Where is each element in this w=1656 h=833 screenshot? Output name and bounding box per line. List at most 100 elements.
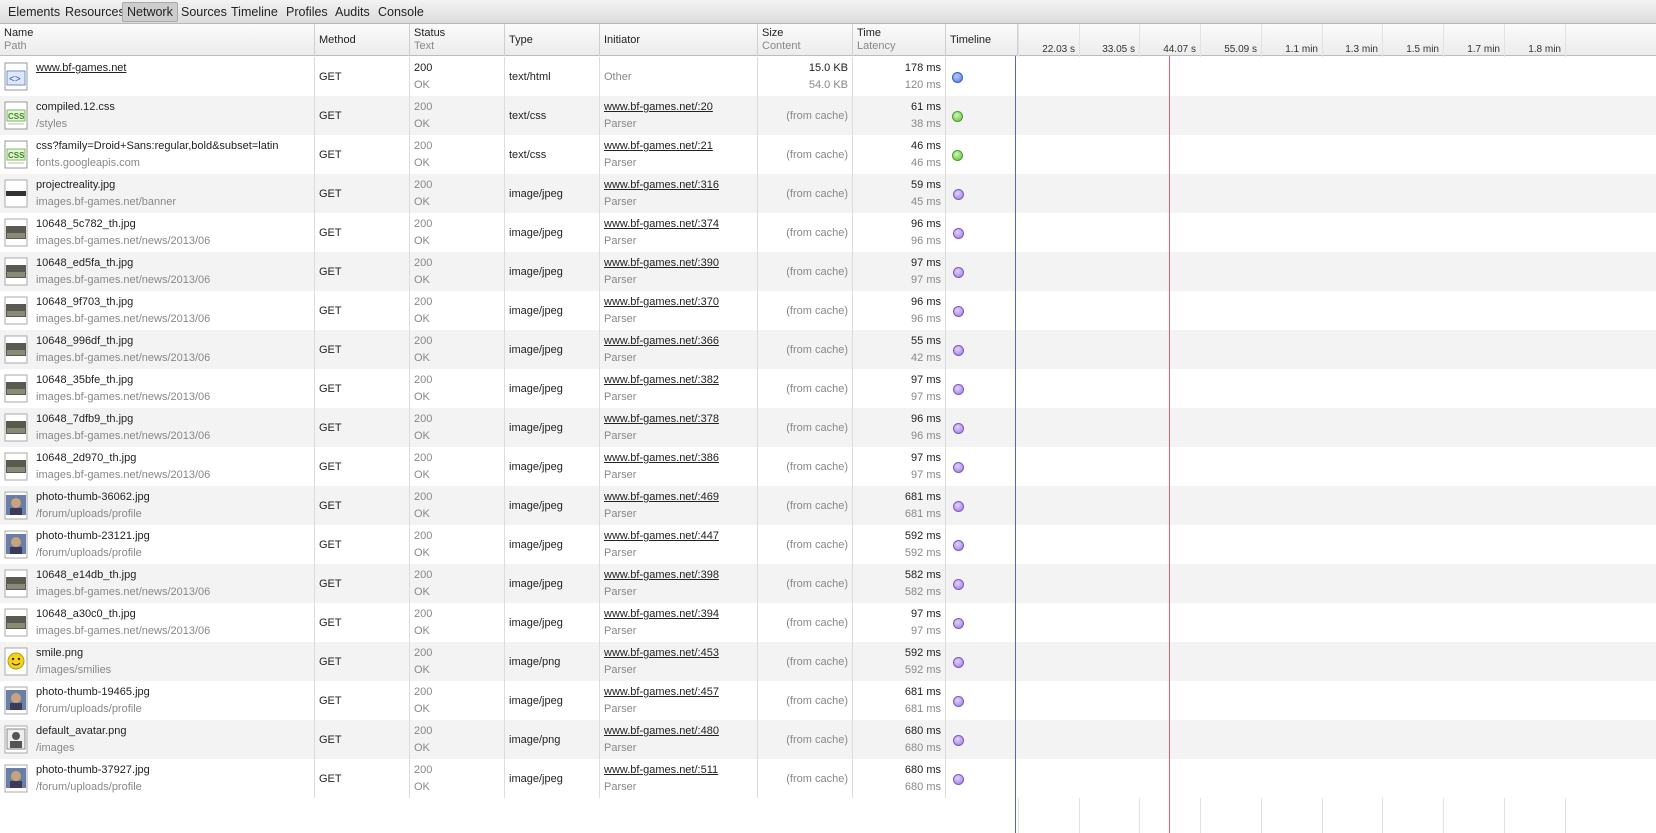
network-request-row[interactable]: 10648_e14db_th.jpg images.bf-games.net/ne… [0,564,1656,603]
name-cell[interactable]: default_avatar.png/images [0,720,315,759]
name-cell[interactable]: 10648_996df_th.jpg images.bf-games.net/ne… [0,330,315,369]
initiator-link[interactable]: www.bf-games.net/:20 [604,99,753,116]
name-cell[interactable]: 10648_35bfe_th.jpg images.bf-games.net/ne… [0,369,315,408]
timeline-request-marker[interactable] [953,618,964,629]
initiator-link[interactable]: www.bf-games.net/:382 [604,372,753,389]
column-header-status[interactable]: Status Text [410,24,505,56]
tab-elements[interactable]: Elements [4,2,64,22]
name-cell[interactable]: <> www.bf-games.net [0,57,315,96]
resource-name[interactable]: 10648_ed5fa_th.jpg [36,255,310,272]
resource-name[interactable]: default_avatar.png [36,723,310,740]
initiator-link[interactable]: www.bf-games.net/:386 [604,450,753,467]
resource-name[interactable]: photo-thumb-37927.jpg [36,762,310,779]
tab-console[interactable]: Console [374,2,428,22]
name-cell[interactable]: photo-thumb-19465.jpg/forum/uploads/prof… [0,681,315,720]
name-cell[interactable]: 10648_2d970_th.jpg images.bf-games.net/ne… [0,447,315,486]
initiator-link[interactable]: www.bf-games.net/:469 [604,489,753,506]
network-request-row[interactable]: photo-thumb-23121.jpg/forum/uploads/prof… [0,525,1656,564]
network-request-row[interactable]: 10648_7dfb9_th.jpg images.bf-games.net/ne… [0,408,1656,447]
resource-name[interactable]: compiled.12.css [36,99,310,116]
timeline-request-marker[interactable] [953,696,964,707]
timeline-request-marker[interactable] [953,501,964,512]
network-request-row[interactable]: projectreality.jpg images.bf-games.net/ba… [0,174,1656,213]
initiator-link[interactable]: www.bf-games.net/:370 [604,294,753,311]
name-cell[interactable]: photo-thumb-37927.jpg/forum/uploads/prof… [0,759,315,798]
tab-audits[interactable]: Audits [331,2,374,22]
name-cell[interactable]: CSS compiled.12.css/styles [0,96,315,135]
resource-name[interactable]: 10648_996df_th.jpg [36,333,310,350]
resource-name[interactable]: www.bf-games.net [36,60,310,77]
timeline-request-marker[interactable] [952,111,963,122]
resource-name[interactable]: photo-thumb-36062.jpg [36,489,310,506]
network-request-row[interactable]: CSS css?family=Droid+Sans:regular,bold&su… [0,135,1656,174]
network-request-row[interactable]: 10648_5c782_th.jpg images.bf-games.net/ne… [0,213,1656,252]
initiator-link[interactable]: www.bf-games.net/:453 [604,645,753,662]
tab-network[interactable]: Network [122,2,178,22]
initiator-link[interactable]: www.bf-games.net/:316 [604,177,753,194]
timeline-request-marker[interactable] [953,657,964,668]
network-request-row[interactable]: photo-thumb-36062.jpg/forum/uploads/prof… [0,486,1656,525]
column-header-initiator[interactable]: Initiator [600,24,758,56]
resource-name[interactable]: 10648_5c782_th.jpg [36,216,310,233]
timeline-request-marker[interactable] [953,579,964,590]
timeline-request-marker[interactable] [953,267,964,278]
timeline-request-marker[interactable] [953,345,964,356]
initiator-link[interactable]: www.bf-games.net/:457 [604,684,753,701]
timeline-request-marker[interactable] [953,306,964,317]
column-header-method[interactable]: Method [315,24,410,56]
name-cell[interactable]: photo-thumb-23121.jpg/forum/uploads/prof… [0,525,315,564]
tab-resources[interactable]: Resources [61,2,129,22]
timeline-request-marker[interactable] [953,423,964,434]
tab-timeline[interactable]: Timeline [227,2,282,22]
timeline-request-marker[interactable] [953,735,964,746]
timeline-request-marker[interactable] [953,540,964,551]
timeline-request-marker[interactable] [952,150,963,161]
name-cell[interactable]: 10648_7dfb9_th.jpg images.bf-games.net/ne… [0,408,315,447]
name-cell[interactable]: 10648_9f703_th.jpg images.bf-games.net/ne… [0,291,315,330]
initiator-link[interactable]: www.bf-games.net/:398 [604,567,753,584]
column-header-time[interactable]: Time Latency [853,24,946,56]
column-header-size[interactable]: Size Content [758,24,853,56]
resource-name[interactable]: 10648_9f703_th.jpg [36,294,310,311]
column-header-name[interactable]: Name Path [0,24,315,56]
timeline-request-marker[interactable] [952,72,963,83]
network-request-row[interactable]: <> www.bf-games.net GET 200 OK text/html Other… [0,57,1656,96]
name-cell[interactable]: smile.png/images/smilies [0,642,315,681]
name-cell[interactable]: CSS css?family=Droid+Sans:regular,bold&su… [0,135,315,174]
network-request-row[interactable]: 10648_9f703_th.jpg images.bf-games.net/ne… [0,291,1656,330]
timeline-request-marker[interactable] [953,228,964,239]
resource-name[interactable]: css?family=Droid+Sans:regular,bold&subse… [36,138,310,155]
initiator-link[interactable]: www.bf-games.net/:378 [604,411,753,428]
column-header-timeline[interactable]: Timeline [946,24,1018,56]
initiator-link[interactable]: www.bf-games.net/:390 [604,255,753,272]
initiator-link[interactable]: www.bf-games.net/:21 [604,138,753,155]
network-request-row[interactable]: 10648_35bfe_th.jpg images.bf-games.net/ne… [0,369,1656,408]
initiator-link[interactable]: www.bf-games.net/:394 [604,606,753,623]
network-request-row[interactable]: default_avatar.png/images GET 200 OK image/p… [0,720,1656,759]
resource-name[interactable]: photo-thumb-19465.jpg [36,684,310,701]
name-cell[interactable]: photo-thumb-36062.jpg/forum/uploads/prof… [0,486,315,525]
initiator-link[interactable]: www.bf-games.net/:374 [604,216,753,233]
tab-profiles[interactable]: Profiles [282,2,332,22]
resource-name[interactable]: photo-thumb-23121.jpg [36,528,310,545]
name-cell[interactable]: 10648_5c782_th.jpg images.bf-games.net/ne… [0,213,315,252]
resource-name[interactable]: projectreality.jpg [36,177,310,194]
resource-name[interactable]: smile.png [36,645,310,662]
resource-name[interactable]: 10648_a30c0_th.jpg [36,606,310,623]
resource-name[interactable]: 10648_2d970_th.jpg [36,450,310,467]
network-request-row[interactable]: smile.png/images/smilies GET 200 OK image/pn… [0,642,1656,681]
tab-sources[interactable]: Sources [177,2,231,22]
network-request-row[interactable]: 10648_a30c0_th.jpg images.bf-games.net/ne… [0,603,1656,642]
network-request-row[interactable]: 10648_2d970_th.jpg images.bf-games.net/ne… [0,447,1656,486]
timeline-request-marker[interactable] [953,384,964,395]
timeline-request-marker[interactable] [953,189,964,200]
name-cell[interactable]: 10648_a30c0_th.jpg images.bf-games.net/ne… [0,603,315,642]
name-cell[interactable]: 10648_ed5fa_th.jpg images.bf-games.net/ne… [0,252,315,291]
resource-name[interactable]: 10648_35bfe_th.jpg [36,372,310,389]
initiator-link[interactable]: www.bf-games.net/:480 [604,723,753,740]
initiator-link[interactable]: www.bf-games.net/:366 [604,333,753,350]
resource-name[interactable]: 10648_7dfb9_th.jpg [36,411,310,428]
timeline-request-marker[interactable] [953,462,964,473]
initiator-link[interactable]: www.bf-games.net/:447 [604,528,753,545]
initiator-link[interactable]: www.bf-games.net/:511 [604,762,753,779]
